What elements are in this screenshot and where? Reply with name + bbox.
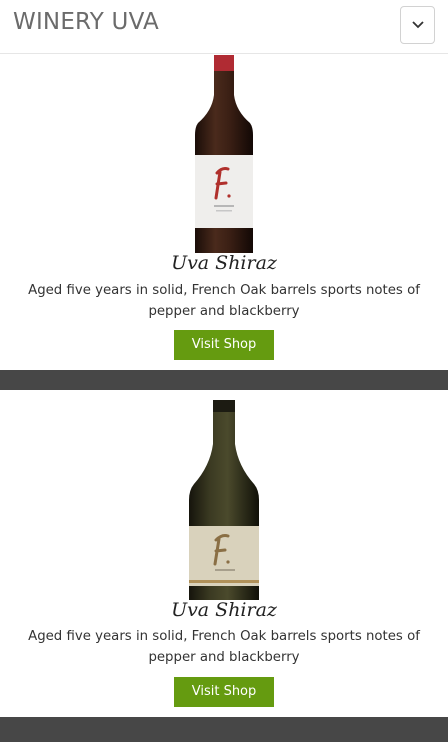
top-navbar: WINERY UVA <box>0 0 448 54</box>
wine-bottle-image <box>195 55 253 253</box>
visit-shop-button[interactable]: Visit Shop <box>174 330 274 360</box>
product-description: Aged five years in solid, French Oak bar… <box>28 283 420 319</box>
menu-toggle-button[interactable] <box>400 6 435 44</box>
product-name: Uva Shiraz <box>171 252 277 274</box>
product-card: Uva Shiraz Aged five years in solid, Fre… <box>0 55 448 370</box>
product-name: Uva Shiraz <box>171 599 277 621</box>
visit-shop-button[interactable]: Visit Shop <box>174 677 274 707</box>
product-card: Uva Shiraz Aged five years in solid, Fre… <box>0 390 448 717</box>
product-description: Aged five years in solid, French Oak bar… <box>28 629 420 665</box>
chevron-down-icon <box>412 21 424 29</box>
section-divider <box>0 717 448 742</box>
wine-bottle-image <box>189 400 259 600</box>
section-divider <box>0 370 448 390</box>
brand-title[interactable]: WINERY UVA <box>13 9 159 35</box>
